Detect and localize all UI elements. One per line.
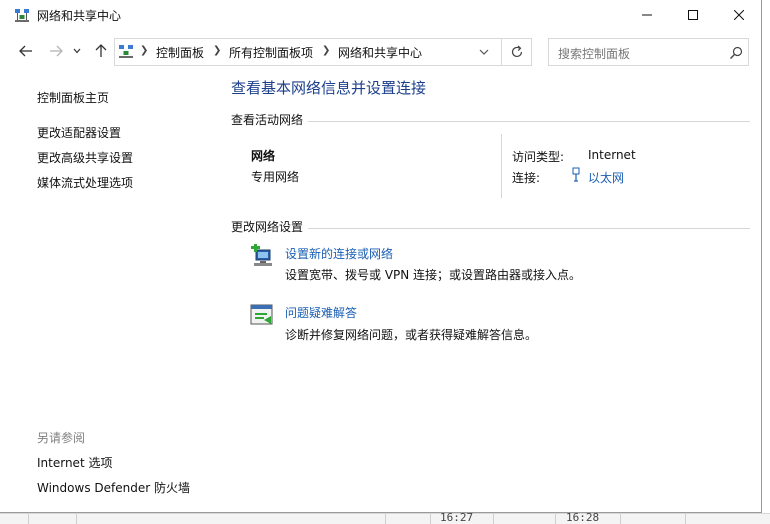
back-button[interactable] [17, 42, 35, 60]
network-center-icon [119, 45, 133, 58]
access-type-value: Internet [588, 148, 636, 162]
ethernet-icon [572, 167, 580, 182]
chevron-down-icon[interactable] [477, 45, 491, 59]
connections-label: 连接: [512, 171, 541, 185]
section-divider [308, 228, 750, 229]
chevron-right-icon: ❯ [140, 45, 149, 56]
network-sharing-center-window: 网络和共享中心 ❯ 控制面板 ❯ 所有控制面板项 ❯ 网络和共享中心 搜索控制面… [0, 0, 762, 513]
network-category[interactable]: 专用网络 [251, 168, 299, 185]
forward-button[interactable] [47, 42, 65, 60]
setup-connection-description: 设置宽带、拨号或 VPN 连接；或设置路由器或接入点。 [285, 268, 582, 282]
change-adapter-settings-link[interactable]: 更改适配器设置 [37, 124, 121, 141]
network-name: 网络 [251, 149, 276, 163]
page-title: 查看基本网络信息并设置连接 [231, 79, 427, 97]
maximize-icon [688, 10, 698, 20]
chevron-right-icon: ❯ [213, 45, 222, 56]
access-type-label: 访问类型: [512, 150, 565, 164]
arrow-right-icon [50, 45, 63, 57]
close-button[interactable] [716, 0, 762, 30]
up-button[interactable] [92, 42, 110, 60]
windows-defender-firewall-link[interactable]: Windows Defender 防火墙 [37, 479, 190, 496]
close-icon [734, 10, 744, 20]
chevron-down-icon [73, 48, 81, 54]
search-box[interactable]: 搜索控制面板 [548, 38, 749, 66]
active-networks-heading: 查看活动网络 [231, 113, 304, 127]
minimize-button[interactable] [624, 0, 670, 30]
ethernet-connection-link[interactable]: 以太网 [588, 169, 624, 186]
refresh-button[interactable] [502, 38, 532, 66]
recent-locations-button[interactable] [71, 42, 83, 60]
setup-connection-link[interactable]: 设置新的连接或网络 [285, 245, 393, 262]
minimize-icon [642, 14, 652, 16]
troubleshoot-link[interactable]: 问题疑难解答 [285, 304, 357, 321]
network-center-icon [15, 9, 29, 22]
control-panel-home-link[interactable]: 控制面板主页 [37, 89, 109, 106]
address-bar[interactable]: ❯ 控制面板 ❯ 所有控制面板项 ❯ 网络和共享中心 [114, 38, 502, 66]
section-divider [308, 121, 750, 122]
breadcrumb-current[interactable]: 网络和共享中心 [338, 44, 422, 61]
media-streaming-options-link[interactable]: 媒体流式处理选项 [37, 174, 133, 191]
change-network-settings-heading: 更改网络设置 [231, 220, 304, 234]
maximize-button[interactable] [670, 0, 716, 30]
troubleshoot-icon [250, 304, 273, 325]
arrow-up-icon [95, 44, 107, 57]
search-icon[interactable] [729, 46, 743, 60]
search-placeholder: 搜索控制面板 [558, 47, 631, 61]
title-bar[interactable]: 网络和共享中心 [0, 0, 762, 32]
chevron-right-icon: ❯ [322, 45, 331, 56]
troubleshoot-description: 诊断并修复网络问题，或者获得疑难解答信息。 [285, 328, 538, 342]
change-advanced-sharing-link[interactable]: 更改高级共享设置 [37, 149, 133, 166]
background-window: 16:27 16:28 [0, 511, 770, 524]
refresh-icon [511, 45, 522, 58]
breadcrumb-control-panel[interactable]: 控制面板 [156, 44, 204, 61]
internet-options-link[interactable]: Internet 选项 [37, 454, 112, 471]
see-also-heading: 另请参阅 [37, 431, 86, 445]
window-title: 网络和共享中心 [37, 9, 122, 23]
breadcrumb-all-items[interactable]: 所有控制面板项 [229, 44, 313, 61]
arrow-left-icon [19, 45, 32, 57]
vertical-divider [501, 134, 502, 198]
network-setup-icon [251, 244, 272, 266]
navigation-bar: ❯ 控制面板 ❯ 所有控制面板项 ❯ 网络和共享中心 搜索控制面板 [0, 36, 762, 68]
